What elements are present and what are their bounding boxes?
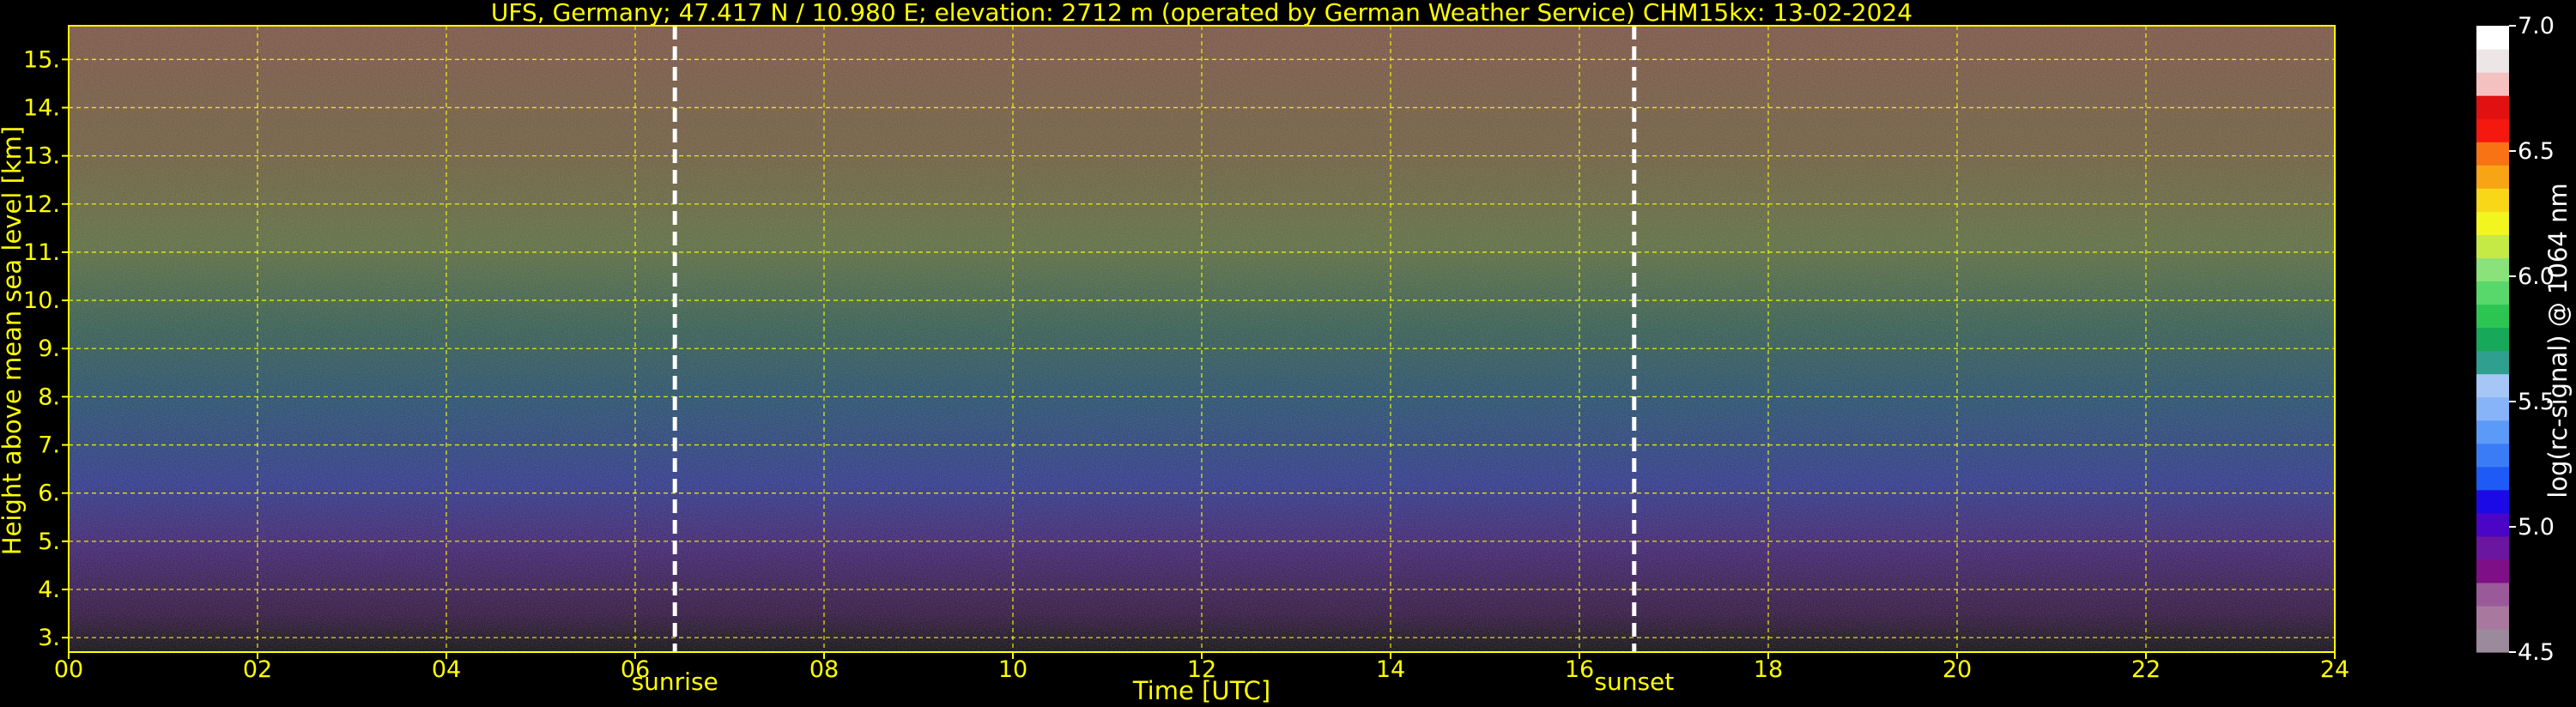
x-tick-label: 10: [998, 656, 1027, 683]
x-tick-label: 14: [1376, 656, 1405, 683]
colorbar-segment: [2476, 165, 2509, 189]
y-tick-label: 10.: [23, 287, 60, 314]
ceilometer-chart: sunrise sunset 00 02 04 06 08 10 12 14 16 18 20 22 24…: [0, 0, 2573, 705]
colorbar-segment: [2476, 512, 2509, 537]
colorbar-label: log(rc-signal) @ 1064 nm: [2543, 183, 2573, 498]
x-tick-label: 24: [2320, 656, 2349, 683]
x-tick-label: 02: [243, 656, 272, 683]
colorbar-segment: [2476, 142, 2509, 166]
y-tick-label: 14.: [23, 94, 60, 121]
colorbar-tick-label: 4.5: [2518, 639, 2555, 666]
colorbar-tick-label: 5.0: [2518, 514, 2555, 541]
y-tick-label: 4.: [38, 577, 60, 603]
x-tick-label: 04: [432, 656, 461, 683]
colorbar-tick-label: 6.5: [2518, 138, 2555, 165]
y-tick-label: 12.: [23, 191, 60, 218]
colorbar-segment: [2476, 350, 2509, 375]
colorbar-segment: [2476, 605, 2509, 630]
x-tick-label: 00: [54, 656, 83, 683]
colorbar-segment: [2476, 95, 2509, 119]
colorbar-segment: [2476, 304, 2509, 329]
x-tick-label: 08: [809, 656, 839, 683]
y-tick-label: 6.: [38, 480, 60, 507]
colorbar-segment: [2476, 466, 2509, 491]
y-tick-label: 7.: [38, 432, 60, 459]
y-tick-label: 3.: [38, 625, 60, 651]
x-tick-label: 18: [1754, 656, 1783, 683]
x-tick-label: 16: [1565, 656, 1594, 683]
y-axis-label: Height above mean sea level [km]: [0, 126, 27, 555]
x-tick-label: 22: [2131, 656, 2161, 683]
colorbar-segment: [2476, 257, 2509, 282]
colorbar-segment: [2476, 373, 2509, 398]
colorbar-segment: [2476, 211, 2509, 235]
colorbar-segment: [2476, 281, 2509, 305]
chart-title: UFS, Germany; 47.417 N / 10.980 E; eleva…: [491, 0, 1912, 27]
y-tick-label: 15.: [23, 46, 60, 73]
colorbar-segment: [2476, 628, 2509, 653]
colorbar-segment: [2476, 489, 2509, 514]
colorbar-segment: [2476, 118, 2509, 142]
colorbar-segment: [2476, 535, 2509, 560]
colorbar-segment: [2476, 582, 2509, 607]
colorbar-segment: [2476, 420, 2509, 444]
y-tick-label: 11.: [23, 239, 60, 266]
colorbar-segment: [2476, 49, 2509, 73]
x-tick-label: 20: [1943, 656, 1972, 683]
event-label-sunset: sunset: [1594, 668, 1674, 696]
x-axis-label: Time [UTC]: [1132, 676, 1270, 705]
colorbar-segment: [2476, 559, 2509, 583]
y-tick-label: 8.: [38, 384, 60, 410]
colorbar-segment: [2476, 72, 2509, 96]
colorbar-segment: [2476, 188, 2509, 212]
colorbar-segment: [2476, 443, 2509, 468]
colorbar-segment: [2476, 396, 2509, 421]
colorbar-tick-label: 7.0: [2518, 13, 2555, 39]
x-tick-label: 06: [621, 656, 650, 683]
y-axis-ticks: 3. 4. 5. 6. 7. 8. 9. 10. 11. 12. 13. 14. 15.: [23, 46, 69, 651]
colorbar-segment: [2476, 26, 2509, 50]
colorbar-segment: [2476, 234, 2509, 258]
y-tick-label: 9.: [38, 335, 60, 362]
y-tick-label: 13.: [23, 143, 60, 170]
colorbar-segment: [2476, 327, 2509, 352]
y-tick-label: 5.: [38, 529, 60, 555]
